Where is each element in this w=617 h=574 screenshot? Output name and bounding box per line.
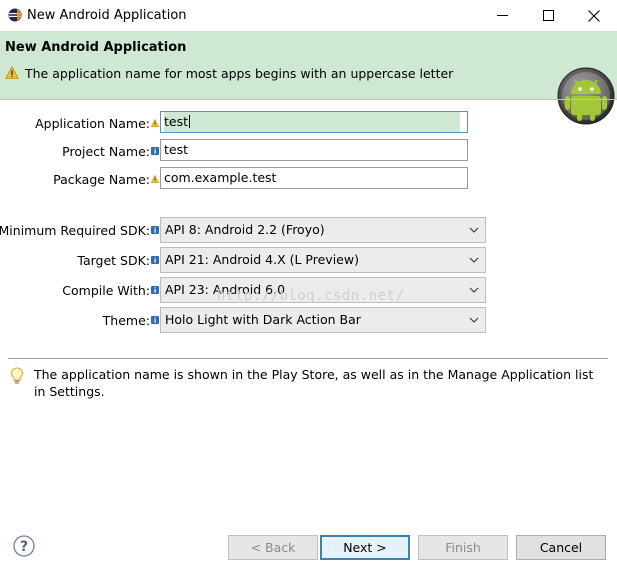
info-decoration-icon <box>151 316 159 324</box>
finish-button[interactable]: Finish <box>418 535 508 560</box>
min-sdk-label: Minimum Required SDK: <box>0 223 150 238</box>
project-name-label: Project Name: <box>62 144 150 159</box>
wizard-message: The application name for most apps begin… <box>25 66 454 81</box>
window-title: New Android Application <box>27 8 187 23</box>
minimize-icon <box>496 15 508 16</box>
application-name-field[interactable]: test <box>160 111 468 133</box>
application-name-label: Application Name: <box>35 116 150 131</box>
info-decoration-icon <box>151 147 159 155</box>
info-decoration-icon <box>151 286 159 294</box>
chevron-down-icon <box>469 257 479 263</box>
warning-decoration-icon <box>151 175 159 183</box>
theme-value: Holo Light with Dark Action Bar <box>165 312 361 327</box>
package-name-label: Package Name: <box>53 172 150 187</box>
watermark-text: http://blog.csdn.net/ <box>217 288 405 304</box>
next-button[interactable]: Next > <box>320 535 410 560</box>
warning-decoration-icon <box>151 119 159 127</box>
wizard-header: New Android Application The application … <box>0 31 617 125</box>
cancel-button[interactable]: Cancel <box>516 535 606 560</box>
target-sdk-label: Target SDK: <box>77 253 150 268</box>
target-sdk-value: API 21: Android 4.X (L Preview) <box>165 252 359 267</box>
theme-label: Theme: <box>102 313 150 328</box>
warning-icon <box>5 66 19 79</box>
chevron-down-icon <box>469 317 479 323</box>
eclipse-icon <box>8 8 22 22</box>
svg-text:?: ? <box>20 539 28 555</box>
min-sdk-value: API 8: Android 2.2 (Froyo) <box>165 222 325 237</box>
back-button[interactable]: < Back <box>228 535 318 560</box>
text-caret <box>189 115 191 128</box>
chevron-down-icon <box>469 227 479 233</box>
project-name-field[interactable]: test <box>160 139 468 161</box>
close-button[interactable] <box>571 0 617 31</box>
info-message: The application name is shown in the Pla… <box>34 367 594 399</box>
target-sdk-dropdown[interactable]: API 21: Android 4.X (L Preview) <box>160 247 486 273</box>
compile-with-label: Compile With: <box>62 283 150 298</box>
maximize-icon <box>542 10 554 21</box>
package-name-field[interactable]: com.example.test <box>160 167 468 189</box>
lightbulb-icon <box>10 367 24 384</box>
help-icon[interactable]: ? <box>13 535 35 557</box>
android-logo <box>557 67 615 125</box>
chevron-down-icon <box>469 287 479 293</box>
header-divider <box>0 99 617 100</box>
close-icon <box>588 9 600 22</box>
maximize-button[interactable] <box>525 0 571 31</box>
min-sdk-dropdown[interactable]: API 8: Android 2.2 (Froyo) <box>160 217 486 243</box>
wizard-title: New Android Application <box>5 40 187 55</box>
minimize-button[interactable] <box>479 0 525 31</box>
theme-dropdown[interactable]: Holo Light with Dark Action Bar <box>160 307 486 333</box>
title-bar: New Android Application <box>0 0 617 31</box>
info-decoration-icon <box>151 256 159 264</box>
application-name-value: test <box>164 114 189 129</box>
section-divider <box>8 358 608 359</box>
info-decoration-icon <box>151 226 159 234</box>
